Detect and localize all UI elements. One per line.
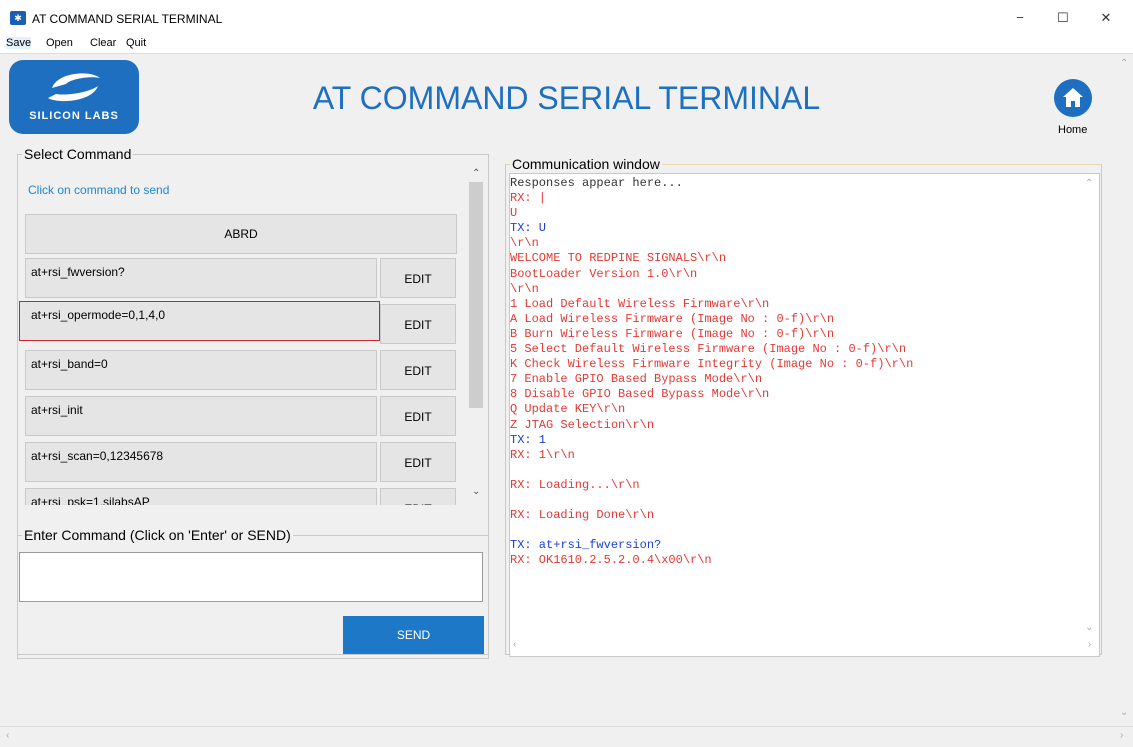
communication-log: Responses appear here... RX: | U TX: U \r\n W… (510, 176, 913, 568)
log-line: TX: 1 (510, 432, 547, 447)
window-title: AT COMMAND SERIAL TERMINAL (32, 12, 223, 26)
log-line: RX: Loading Done\r\n (510, 508, 655, 523)
log-line: TX: at+rsi_fwversion? (510, 538, 662, 553)
edit-button-psk[interactable]: EDIT (380, 488, 456, 505)
command-button-band[interactable]: at+rsi_band=0 (25, 350, 377, 390)
log-line: \r\n (510, 236, 539, 251)
send-button[interactable]: SEND (343, 616, 484, 654)
menu-quit[interactable]: Quit (126, 37, 146, 49)
menu-open[interactable]: Open (46, 37, 73, 49)
enter-command-legend: Enter Command (Click on 'Enter' or SEND) (24, 527, 291, 543)
scroll-right-icon[interactable]: › (1120, 730, 1123, 741)
command-label: at+rsi_scan=0,12345678 (31, 449, 164, 463)
command-button-init[interactable]: at+rsi_init (25, 396, 377, 436)
log-scroll-left-icon[interactable]: ‹ (513, 639, 516, 650)
menu-clear[interactable]: Clear (90, 37, 116, 49)
command-list-scroll-thumb[interactable] (469, 182, 483, 408)
clipped-row: at+rsi_psk=1,silabsAP EDIT (25, 488, 457, 505)
select-command-legend: Select Command (24, 146, 132, 162)
command-button-fwversion[interactable]: at+rsi_fwversion? (25, 258, 377, 298)
log-line: 7 Enable GPIO Based Bypass Mode\r\n (510, 372, 763, 387)
log-line: K Check Wireless Firmware Integrity (Ima… (510, 357, 914, 372)
edit-button-init[interactable]: EDIT (380, 396, 456, 436)
command-label: at+rsi_psk=1,silabsAP (31, 495, 150, 505)
abrd-button[interactable]: ABRD (25, 214, 457, 254)
log-line: 8 Disable GPIO Based Bypass Mode\r\n (510, 387, 770, 402)
command-button-scan[interactable]: at+rsi_scan=0,12345678 (25, 442, 377, 482)
log-line: RX: OK1610.2.5.2.0.4\x00\r\n (510, 553, 712, 568)
edit-button-fwversion[interactable]: EDIT (380, 258, 456, 298)
log-line: 5 Select Default Wireless Firmware (Imag… (510, 342, 907, 357)
list-scroll-down-icon[interactable]: ⌄ (472, 486, 480, 497)
edit-button-scan[interactable]: EDIT (380, 442, 456, 482)
command-label: at+rsi_init (31, 403, 83, 417)
command-label: at+rsi_band=0 (31, 357, 108, 371)
minimize-button[interactable]: − (1000, 4, 1040, 32)
home-button[interactable] (1054, 79, 1092, 117)
home-label: Home (1058, 124, 1088, 136)
list-scroll-up-icon[interactable]: ⌃ (472, 168, 480, 179)
log-line: Z JTAG Selection\r\n (510, 417, 655, 432)
log-line: U (510, 206, 518, 221)
log-line: RX: | (510, 191, 547, 206)
close-button[interactable]: ✕ (1086, 4, 1126, 32)
scroll-up-icon[interactable]: ⌃ (1120, 58, 1128, 69)
page-title: AT COMMAND SERIAL TERMINAL (312, 80, 821, 116)
window-vertical-scrollbar[interactable]: ⌃ ⌄ (1116, 54, 1133, 725)
log-line: Q Update KEY\r\n (510, 402, 626, 417)
edit-button-band[interactable]: EDIT (380, 350, 456, 390)
command-button-opermode[interactable]: at+rsi_opermode=0,1,4,0 (19, 301, 380, 341)
menu-bar: Save Open Clear Quit (0, 36, 1133, 54)
log-scroll-up-icon[interactable]: ⌃ (1085, 178, 1093, 189)
app-icon: ✱ (10, 11, 26, 25)
log-line: Responses appear here... (510, 176, 683, 190)
log-line: RX: Loading...\r\n (510, 477, 640, 492)
command-label: at+rsi_fwversion? (31, 265, 125, 279)
communication-legend: Communication window (512, 156, 660, 172)
scroll-left-icon[interactable]: ‹ (6, 730, 9, 741)
log-line: RX: 1\r\n (510, 447, 575, 462)
log-line: B Burn Wireless Firmware (Image No : 0-f… (510, 326, 835, 341)
title-bar: ✱ AT COMMAND SERIAL TERMINAL − ☐ ✕ (0, 0, 1133, 36)
log-line: BootLoader Version 1.0\r\n (510, 266, 698, 281)
command-label: at+rsi_opermode=0,1,4,0 (31, 308, 166, 322)
edit-button-opermode[interactable]: EDIT (380, 304, 456, 344)
window-horizontal-scrollbar[interactable]: ‹ › (0, 726, 1133, 747)
home-icon (1063, 88, 1083, 107)
log-scroll-right-icon[interactable]: › (1088, 639, 1091, 650)
log-line: 1 Load Default Wireless Firmware\r\n (510, 296, 770, 311)
log-line: \r\n (510, 281, 539, 296)
log-line: WELCOME TO REDPINE SIGNALS\r\n (510, 251, 727, 266)
scroll-down-icon[interactable]: ⌄ (1120, 707, 1128, 718)
command-hint: Click on command to send (28, 183, 170, 197)
log-line: A Load Wireless Firmware (Image No : 0-f… (510, 311, 835, 326)
command-button-psk[interactable]: at+rsi_psk=1,silabsAP (25, 488, 377, 505)
log-scroll-down-icon[interactable]: ⌄ (1085, 622, 1093, 633)
command-input[interactable] (19, 552, 483, 602)
maximize-button[interactable]: ☐ (1043, 4, 1083, 32)
log-line: TX: U (510, 221, 547, 236)
menu-save[interactable]: Save (6, 37, 32, 49)
